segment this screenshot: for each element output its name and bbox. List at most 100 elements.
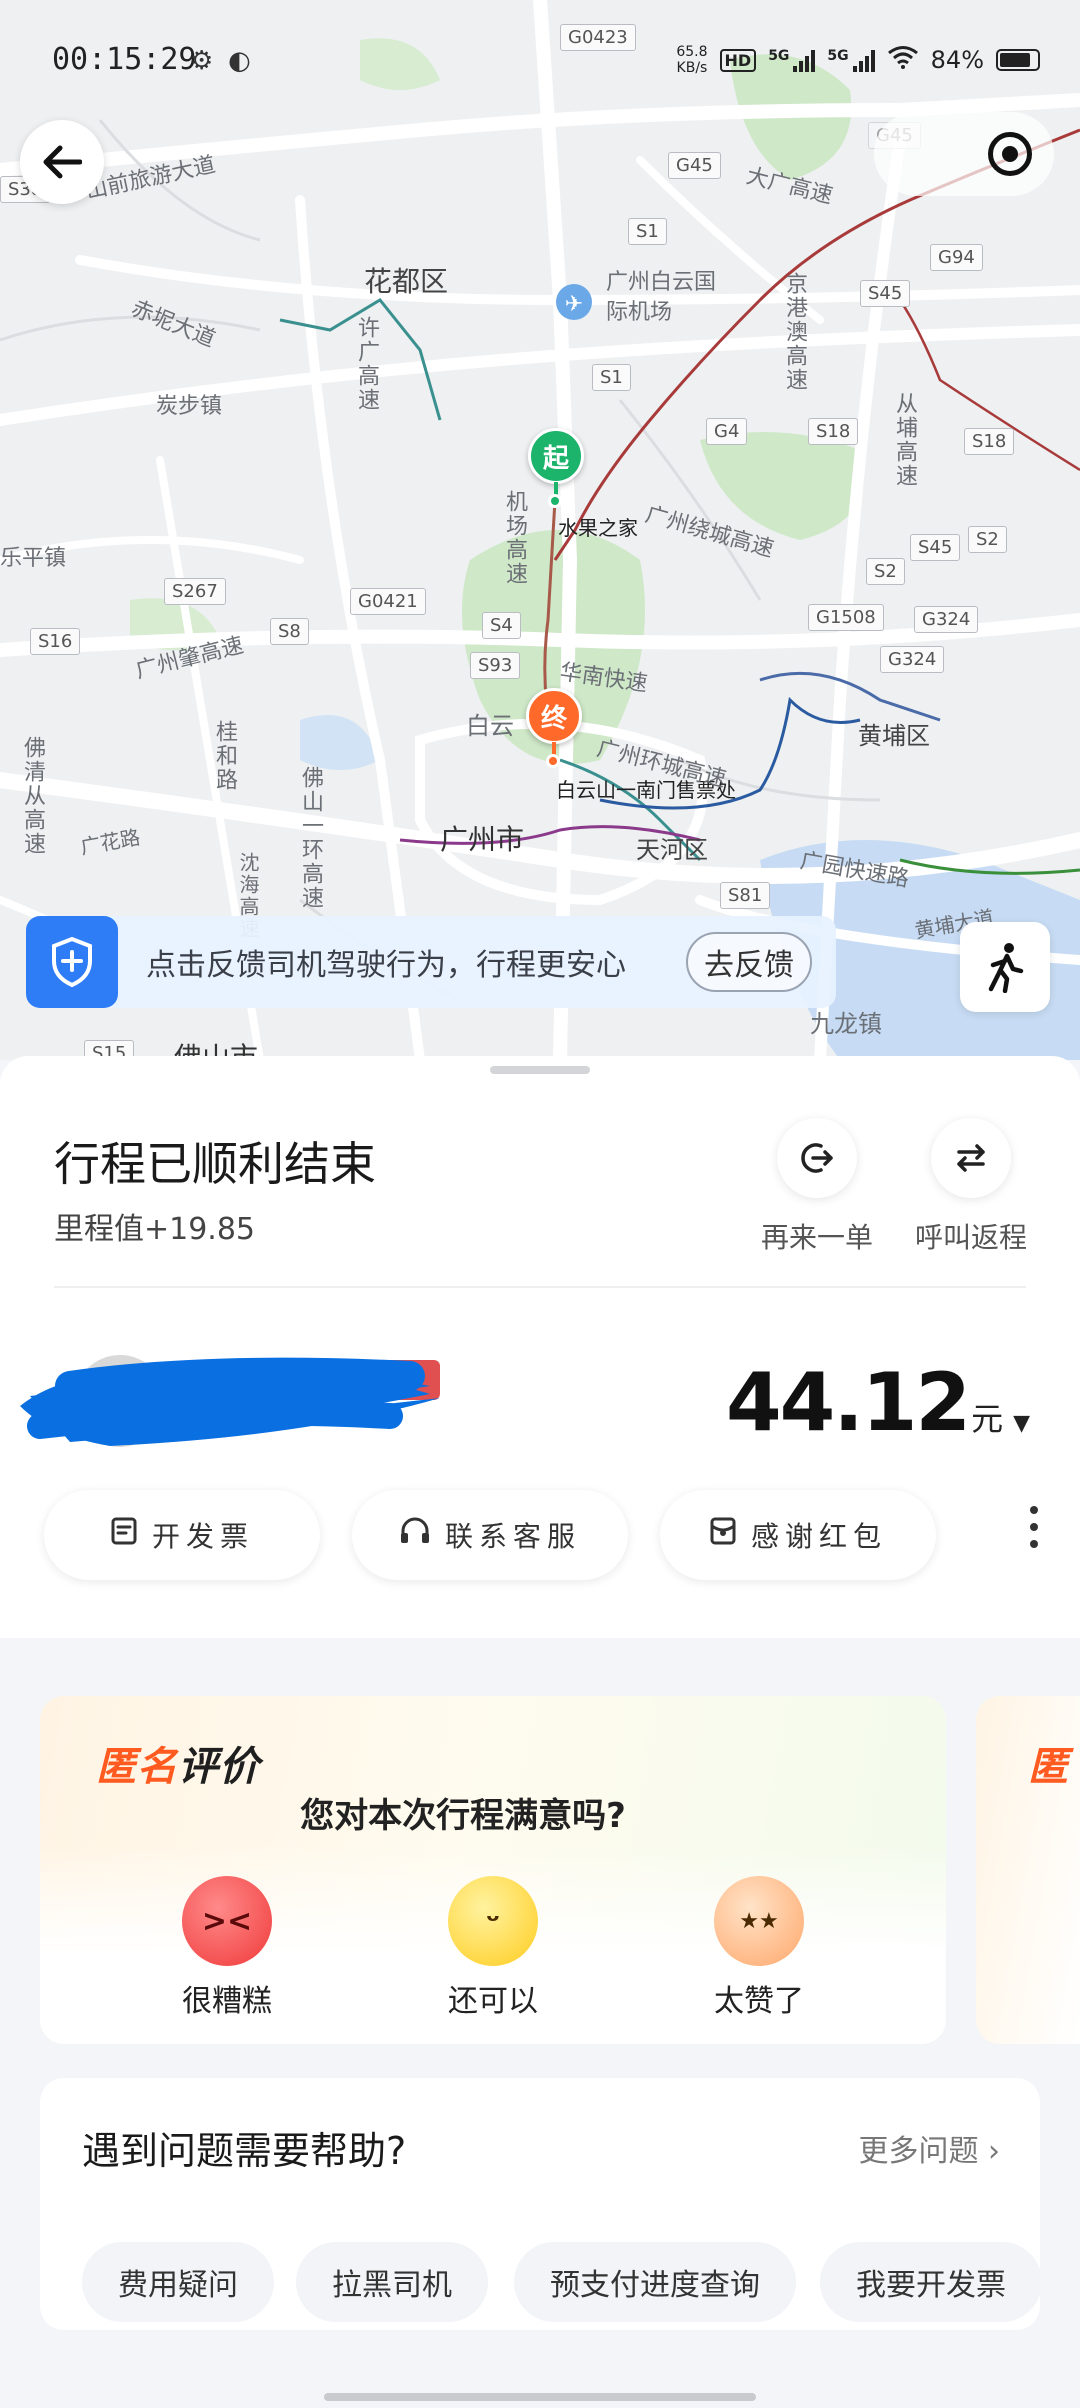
- road-tag: S45: [860, 280, 911, 307]
- trip-price[interactable]: 44.12 元 ▼: [726, 1356, 1030, 1449]
- face-great-button[interactable]: ★★: [714, 1876, 804, 1966]
- road-tag: S93: [470, 652, 521, 679]
- status-bar: 00:15:29 ⚙ ◐ 65.8 KB/s HD 5G 5G 84%: [0, 0, 1080, 120]
- help-title: 遇到问题需要帮助?: [82, 2129, 407, 2173]
- title-anonymous: 匿名: [96, 1744, 178, 1790]
- feedback-button[interactable]: 去反馈: [686, 932, 812, 992]
- map-label-baiyun: 白云: [466, 712, 514, 740]
- road-tag: S267: [164, 578, 226, 605]
- road-tag: G0421: [350, 588, 426, 615]
- star-eyes-face-icon: ★★: [739, 1908, 779, 1934]
- origin-pin[interactable]: 起: [528, 428, 584, 484]
- road-tag: S1: [592, 364, 631, 391]
- do-not-disturb-icon: ◐: [228, 46, 251, 76]
- thank-red-envelope-button[interactable]: 感谢红包: [660, 1490, 936, 1580]
- face-ok-button[interactable]: ᵕ: [448, 1876, 538, 1966]
- map-label-fohuan: 佛山一环高速: [298, 766, 323, 910]
- map-label-foqing: 佛清从高速: [20, 736, 45, 856]
- face-great-label[interactable]: 太赞了: [679, 1976, 839, 2020]
- road-tag: G1508: [808, 604, 884, 631]
- road-tag: S18: [808, 418, 859, 445]
- map-label-guihe: 桂和路: [212, 720, 237, 792]
- face-bad-label[interactable]: 很糟糕: [147, 1976, 307, 2020]
- map-label-huadu: 花都区: [364, 265, 449, 298]
- status-right: 65.8 KB/s HD 5G 5G 84%: [676, 44, 1040, 76]
- reorder-label: 再来一单: [760, 1221, 873, 1254]
- help-card: 遇到问题需要帮助? 更多问题 › 费用疑问 拉黑司机 预支付进度查询 我要开发票: [40, 2078, 1040, 2330]
- title-rating: 评价: [178, 1744, 260, 1790]
- sim1-network-type: 5G: [768, 48, 790, 64]
- headset-icon: [399, 1516, 431, 1554]
- reorder-button[interactable]: 再来一单: [752, 1118, 882, 1256]
- road-tag: S18: [964, 428, 1015, 455]
- more-questions-link[interactable]: 更多问题 ›: [858, 2126, 1000, 2170]
- invoice-button[interactable]: 开发票: [44, 1490, 320, 1580]
- locate-icon: [988, 132, 1032, 176]
- back-button[interactable]: [20, 120, 104, 204]
- drag-handle[interactable]: [490, 1066, 590, 1074]
- invoice-icon: [110, 1516, 138, 1554]
- road-tag: G324: [914, 606, 979, 633]
- road-tag: S16: [30, 628, 81, 655]
- map-label-jiulong: 九龙镇: [810, 1010, 882, 1038]
- wifi-icon: [887, 45, 919, 76]
- origin-point: [548, 494, 562, 508]
- price-unit: 元: [971, 1400, 1004, 1438]
- map-label-origin-place: 水果之家: [558, 516, 638, 540]
- walking-navigation-button[interactable]: [960, 922, 1050, 1012]
- return-trip-label: 呼叫返程: [914, 1221, 1027, 1254]
- trip-summary-sheet: 行程已顺利结束 里程值+19.85 再来一单 呼叫返程 44.12 元 ▼ 开发…: [0, 1056, 1080, 1638]
- rating-question: 您对本次行程满意吗?: [300, 1796, 626, 1836]
- next-card-title: 匿: [1028, 1744, 1068, 1790]
- return-trip-button[interactable]: 呼叫返程: [906, 1118, 1036, 1256]
- map-label-lepingzhen: 乐平镇: [0, 546, 67, 571]
- map-label-xuguang: 许广高速: [354, 316, 379, 412]
- help-chip-request-invoice[interactable]: 我要开发票: [820, 2242, 1040, 2322]
- map-label-conghua: 从埔高速: [892, 392, 917, 488]
- signal-icon-sim1: 5G: [768, 48, 816, 72]
- road-tag: G94: [930, 244, 983, 271]
- more-options-icon[interactable]: [1024, 1506, 1044, 1548]
- contact-support-button[interactable]: 联系客服: [352, 1490, 628, 1580]
- angry-face-icon: ><: [201, 1903, 253, 1939]
- road-tag: S2: [968, 526, 1007, 553]
- road-tag: S2: [866, 558, 905, 585]
- road-tag: G45: [668, 152, 721, 179]
- signal-icon-sim2: 5G: [827, 48, 875, 72]
- help-chip-fee-question[interactable]: 费用疑问: [82, 2242, 274, 2322]
- trip-mileage: 里程值+19.85: [54, 1212, 256, 1247]
- driver-info-redacted[interactable]: [10, 1346, 450, 1456]
- road-tag: G4: [706, 418, 748, 445]
- driver-feedback-banner[interactable]: 点击反馈司机驾驶行为，行程更安心 去反馈: [26, 916, 836, 1008]
- redaction-scribble: [20, 1355, 440, 1447]
- status-time: 00:15:29: [52, 42, 197, 77]
- settings-gear-icon: ⚙: [190, 46, 214, 76]
- road-tag: S45: [910, 534, 961, 561]
- home-indicator[interactable]: [324, 2393, 756, 2401]
- locate-button[interactable]: [874, 112, 1054, 196]
- road-tag: S8: [270, 618, 309, 645]
- walking-person-icon: [988, 943, 1024, 993]
- help-chip-block-driver[interactable]: 拉黑司机: [296, 2242, 488, 2322]
- svg-text:✈: ✈: [565, 292, 583, 317]
- help-chip-prepay-progress[interactable]: 预支付进度查询: [514, 2242, 796, 2322]
- swap-icon: [931, 1118, 1011, 1198]
- road-tag: G324: [880, 646, 945, 673]
- road-tag: S4: [482, 612, 521, 639]
- face-ok-label[interactable]: 还可以: [413, 1976, 573, 2020]
- sim2-network-type: 5G: [827, 48, 849, 64]
- net-speed-value: 65.8: [676, 44, 708, 60]
- map-label-tanbuzhen: 炭步镇: [156, 394, 223, 419]
- invoice-label: 开发票: [151, 1520, 254, 1553]
- next-rating-card-peek[interactable]: 匿: [976, 1696, 1080, 2044]
- arrow-right-circle-icon: [777, 1118, 857, 1198]
- map-label-guangzhou: 广州市: [440, 823, 525, 856]
- map-label-airport: 广州白云国际机场: [606, 270, 717, 325]
- map-label-jichang: 机场高速: [502, 490, 527, 586]
- face-bad-button[interactable]: ><: [182, 1876, 272, 1966]
- contact-support-label: 联系客服: [444, 1520, 581, 1553]
- destination-pin[interactable]: 终: [526, 688, 582, 744]
- map-label-tianhe: 天河区: [636, 836, 708, 864]
- destination-point: [546, 754, 560, 768]
- battery-icon: [996, 49, 1040, 71]
